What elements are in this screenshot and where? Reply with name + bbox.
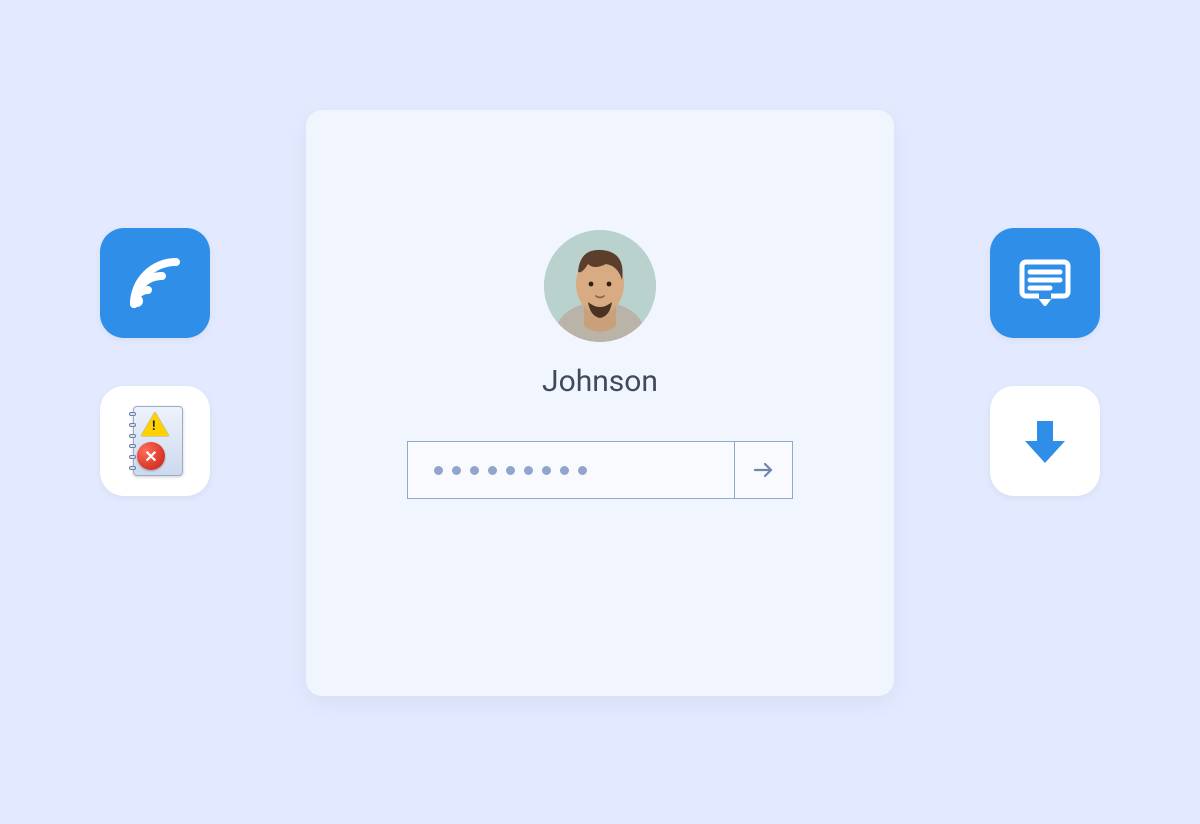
- password-dot: [542, 466, 551, 475]
- avatar: [544, 230, 656, 342]
- right-app-icons: [990, 228, 1100, 496]
- download-icon[interactable]: [990, 386, 1100, 496]
- arrow-right-icon: [751, 457, 777, 483]
- notebook-error-glyph: ✕: [125, 404, 185, 478]
- password-row: [407, 441, 793, 499]
- login-card: Johnson: [306, 110, 894, 696]
- password-dot: [578, 466, 587, 475]
- password-dot: [452, 466, 461, 475]
- password-dot: [506, 466, 515, 475]
- password-dot: [488, 466, 497, 475]
- username-label: Johnson: [542, 364, 658, 399]
- left-app-icons: ✕: [100, 228, 210, 496]
- password-dot: [434, 466, 443, 475]
- password-dot: [524, 466, 533, 475]
- wifi-icon[interactable]: [100, 228, 210, 338]
- password-dot: [560, 466, 569, 475]
- error-log-icon[interactable]: ✕: [100, 386, 210, 496]
- password-input[interactable]: [408, 442, 734, 498]
- comment-icon[interactable]: [990, 228, 1100, 338]
- password-dot: [470, 466, 479, 475]
- submit-button[interactable]: [734, 442, 792, 498]
